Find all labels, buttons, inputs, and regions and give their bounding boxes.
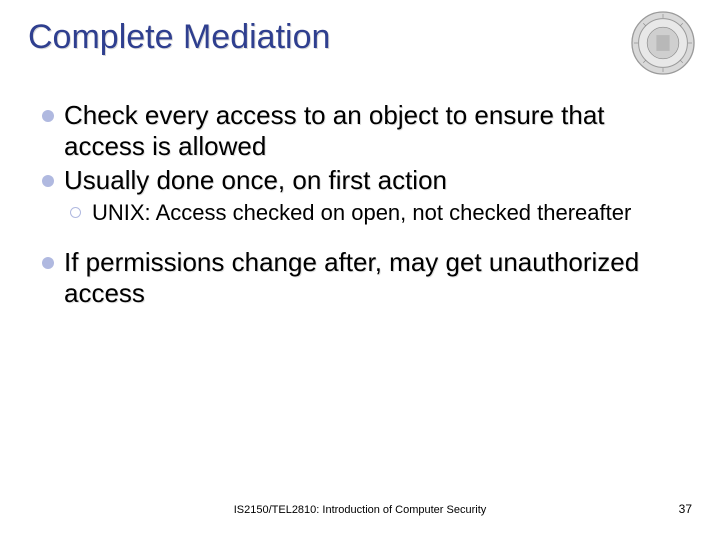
footer-course: IS2150/TEL2810: Introduction of Computer… (0, 504, 720, 516)
bullet-level1: Check every access to an object to ensur… (40, 100, 684, 161)
spacer (40, 237, 684, 247)
bullet-level2: UNIX: Access checked on open, not checke… (68, 200, 684, 227)
slide-body: Check every access to an object to ensur… (40, 100, 684, 312)
slide: Complete Mediation Check every access to… (0, 0, 720, 540)
university-seal-icon (630, 10, 696, 76)
bullet-level1: If permissions change after, may get una… (40, 247, 684, 308)
footer-page-number: 37 (679, 502, 692, 516)
slide-title: Complete Mediation (28, 18, 330, 57)
bullet-level1: Usually done once, on first action (40, 165, 684, 196)
